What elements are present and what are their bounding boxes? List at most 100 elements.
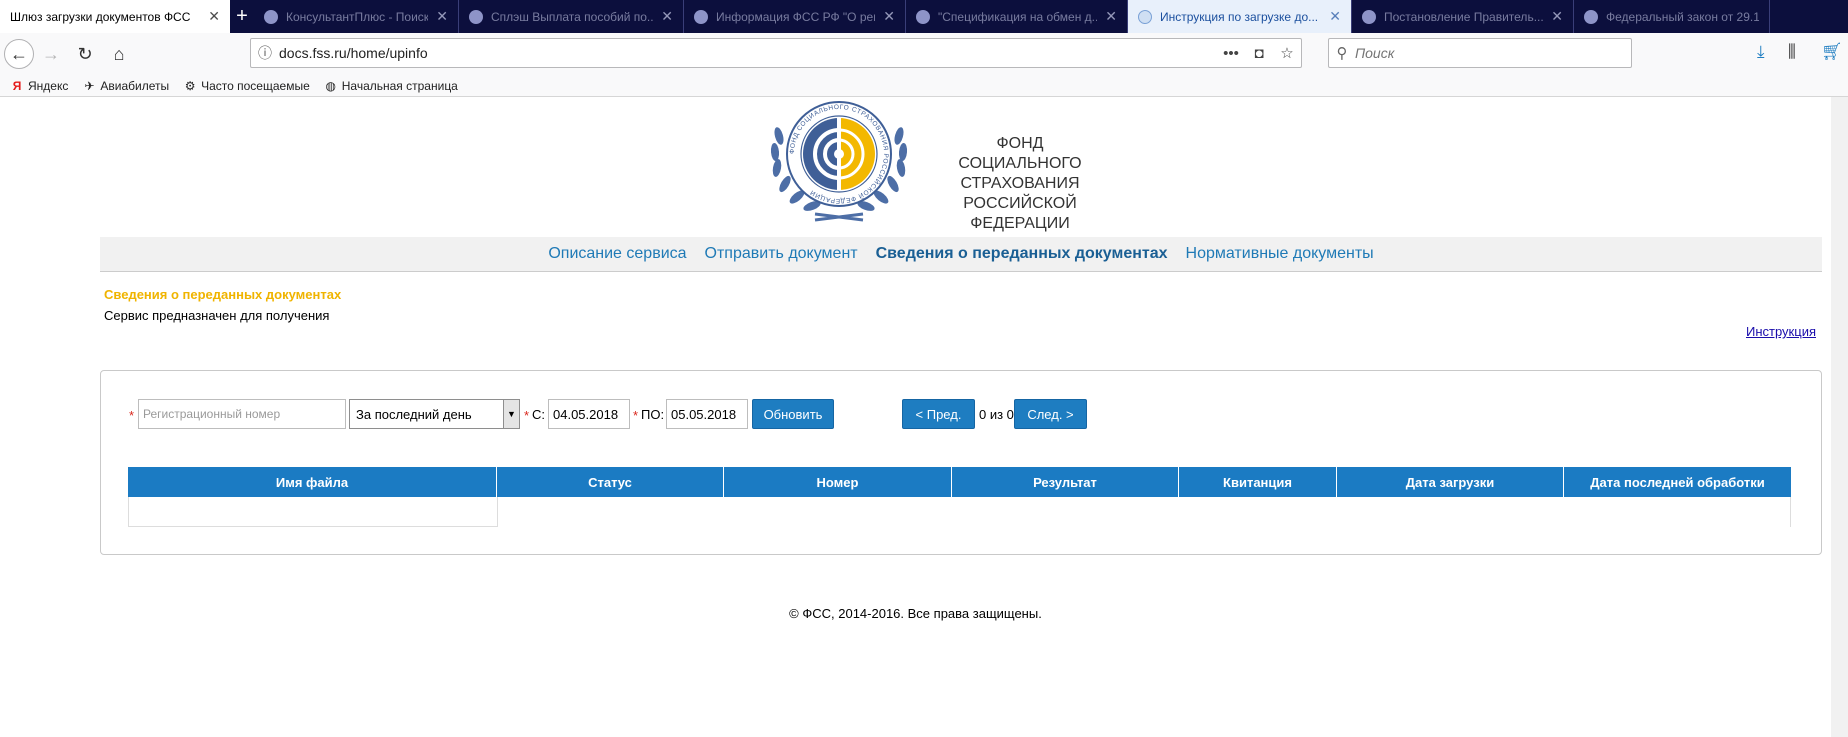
tab-active[interactable]: Шлюз загрузки документов ФСС ✕ xyxy=(0,0,230,33)
org-line: РОССИЙСКОЙ ФЕДЕРАЦИИ xyxy=(963,195,1077,232)
close-tab-icon[interactable]: ✕ xyxy=(1105,8,1117,25)
to-date-input[interactable]: 05.05.2018 xyxy=(666,399,748,429)
tab-bar: Шлюз загрузки документов ФСС ✕ + Консуль… xyxy=(0,0,1848,33)
next-page-button[interactable]: След. > xyxy=(1014,399,1087,429)
tab-favicon-icon xyxy=(1138,9,1152,24)
required-marker: * xyxy=(524,408,530,423)
close-tab-icon[interactable]: ✕ xyxy=(883,8,895,25)
table-header: Имя файла Статус Номер Результат Квитанц… xyxy=(128,467,1791,497)
tab-favicon-icon xyxy=(469,9,483,24)
main-menu: Описание сервиса Отправить документ Свед… xyxy=(100,237,1822,272)
dropdown-arrow-icon[interactable]: ▼ xyxy=(503,400,519,428)
page-scrollbar[interactable] xyxy=(1831,97,1848,737)
tab-favicon-icon xyxy=(1584,9,1598,24)
tab-favicon-icon xyxy=(264,9,278,24)
gear-icon: ⚙ xyxy=(184,78,196,93)
menu-item-service-description[interactable]: Описание сервиса xyxy=(548,245,686,263)
tab-favicon-icon xyxy=(916,9,930,24)
table-border xyxy=(1790,497,1791,527)
table-empty-row xyxy=(128,497,498,527)
prev-page-button[interactable]: < Пред. xyxy=(902,399,975,429)
tab[interactable]: КонсультантПлюс - Поиск п... ✕ xyxy=(254,0,459,33)
column-header-receipt[interactable]: Квитанция xyxy=(1179,467,1337,497)
tab-title: Информация ФСС РФ "О реги... xyxy=(716,9,875,24)
menu-item-regulatory-documents[interactable]: Нормативные документы xyxy=(1186,245,1374,263)
column-header-number[interactable]: Номер xyxy=(724,467,952,497)
bookmark-most-visited[interactable]: ⚙ Часто посещаемые xyxy=(183,79,310,93)
pocket-icon[interactable]: ◘ xyxy=(1245,45,1273,62)
search-icon: ⚲ xyxy=(1336,45,1348,62)
bookmark-avia[interactable]: ✈ Авиабилеты xyxy=(82,79,169,93)
to-date-label: ПО: xyxy=(641,407,665,422)
new-tab-plus-icon[interactable]: + xyxy=(230,0,254,33)
search-box[interactable]: ⚲ xyxy=(1328,38,1632,68)
column-header-file-name[interactable]: Имя файла xyxy=(128,467,497,497)
forward-arrow-icon[interactable]: → xyxy=(34,38,68,70)
library-icon[interactable]: ⫼ xyxy=(1788,42,1796,62)
registration-number-input[interactable]: Регистрационный номер xyxy=(138,399,346,429)
tab-title: Федеральный закон от 29.1... xyxy=(1606,9,1759,24)
column-header-upload-date[interactable]: Дата загрузки xyxy=(1337,467,1564,497)
home-icon[interactable]: ⌂ xyxy=(102,38,136,70)
tab-favicon-icon xyxy=(1362,9,1376,24)
documents-table: Имя файла Статус Номер Результат Квитанц… xyxy=(128,467,1791,527)
reload-icon[interactable]: ↻ xyxy=(68,38,102,70)
tab-title: Постановление Правитель... xyxy=(1384,9,1544,24)
download-icon[interactable]: ⤓ xyxy=(1757,42,1765,62)
page-description: Сервис предназначен для получения xyxy=(104,308,330,323)
footer-copyright: © ФСС, 2014-2016. Все права защищены. xyxy=(789,606,1042,621)
tab[interactable]: Инструкция по загрузке до... ✕ xyxy=(1128,0,1352,33)
tab-title: КонсультантПлюс - Поиск п... xyxy=(286,9,429,24)
tab[interactable]: Сплэш Выплата пособий по... ✕ xyxy=(459,0,684,33)
period-select-value: За последний день xyxy=(356,406,472,422)
close-tab-icon[interactable]: ✕ xyxy=(1551,8,1563,25)
bookmark-label: Авиабилеты xyxy=(100,78,170,93)
tab-title: "Спецификация на обмен д... xyxy=(938,9,1098,24)
url-text[interactable]: docs.fss.ru/home/upinfo xyxy=(279,45,1217,61)
close-tab-icon[interactable]: ✕ xyxy=(208,8,220,25)
page-info-icon[interactable]: ⓘ xyxy=(251,43,279,63)
column-header-last-processing-date[interactable]: Дата последней обработки xyxy=(1564,467,1791,497)
tab-title: Сплэш Выплата пособий по... xyxy=(491,9,654,24)
bookmark-star-icon[interactable]: ☆ xyxy=(1273,44,1301,62)
refresh-button[interactable]: Обновить xyxy=(752,399,834,429)
column-header-status[interactable]: Статус xyxy=(497,467,724,497)
close-tab-icon[interactable]: ✕ xyxy=(661,8,673,25)
page-title: Сведения о переданных документах xyxy=(104,287,342,302)
close-tab-icon[interactable]: ✕ xyxy=(1329,8,1341,25)
bookmark-label: Начальная страница xyxy=(341,78,458,93)
search-input[interactable] xyxy=(1355,45,1605,61)
bookmarks-toolbar: Я Яндекс ✈ Авиабилеты ⚙ Часто посещаемые… xyxy=(0,75,1848,97)
menu-item-sent-documents-info[interactable]: Сведения о переданных документах xyxy=(876,245,1168,263)
org-line: СОЦИАЛЬНОГО СТРАХОВАНИЯ xyxy=(958,155,1082,192)
tab[interactable]: Информация ФСС РФ "О реги... ✕ xyxy=(684,0,906,33)
bookmark-label: Яндекс xyxy=(28,78,69,93)
pager-status: 0 из 0 xyxy=(979,407,1014,422)
bookmark-yandex[interactable]: Я Яндекс xyxy=(10,78,69,93)
back-arrow-icon[interactable]: ← xyxy=(4,39,34,69)
column-header-result[interactable]: Результат xyxy=(952,467,1179,497)
globe-icon: ◍ xyxy=(325,78,336,93)
org-line: ФОНД xyxy=(996,135,1044,152)
tab[interactable]: Постановление Правитель... ✕ xyxy=(1352,0,1574,33)
instruction-link[interactable]: Инструкция xyxy=(1746,324,1816,339)
close-tab-icon[interactable]: ✕ xyxy=(436,8,448,25)
fss-emblem-logo: ФОНД СОЦИАЛЬНОГО СТРАХОВАНИЯ РОССИЙСКОЙ … xyxy=(770,101,908,222)
required-marker: * xyxy=(633,408,639,423)
period-select[interactable]: За последний день ▼ xyxy=(349,399,520,429)
tab-title: Инструкция по загрузке до... xyxy=(1160,9,1319,24)
required-marker: * xyxy=(129,408,135,423)
tab-title: Шлюз загрузки документов ФСС xyxy=(10,9,191,24)
page-actions-icon[interactable]: ••• xyxy=(1217,45,1245,62)
tab[interactable]: Федеральный закон от 29.1... xyxy=(1574,0,1770,33)
organization-name: ФОНД СОЦИАЛЬНОГО СТРАХОВАНИЯ РОССИЙСКОЙ … xyxy=(930,134,1110,234)
tab[interactable]: "Спецификация на обмен д... ✕ xyxy=(906,0,1128,33)
tab-favicon-icon xyxy=(694,9,708,24)
from-date-label: С: xyxy=(532,407,545,422)
from-date-input[interactable]: 04.05.2018 xyxy=(548,399,630,429)
menu-item-send-document[interactable]: Отправить документ xyxy=(705,245,858,263)
airplane-icon: ✈ xyxy=(84,78,95,93)
bookmark-start-page[interactable]: ◍ Начальная страница xyxy=(324,79,458,93)
cart-icon[interactable]: 🛒︎ xyxy=(1821,42,1843,62)
url-bar[interactable]: ⓘ docs.fss.ru/home/upinfo ••• ◘ ☆ xyxy=(250,38,1302,68)
